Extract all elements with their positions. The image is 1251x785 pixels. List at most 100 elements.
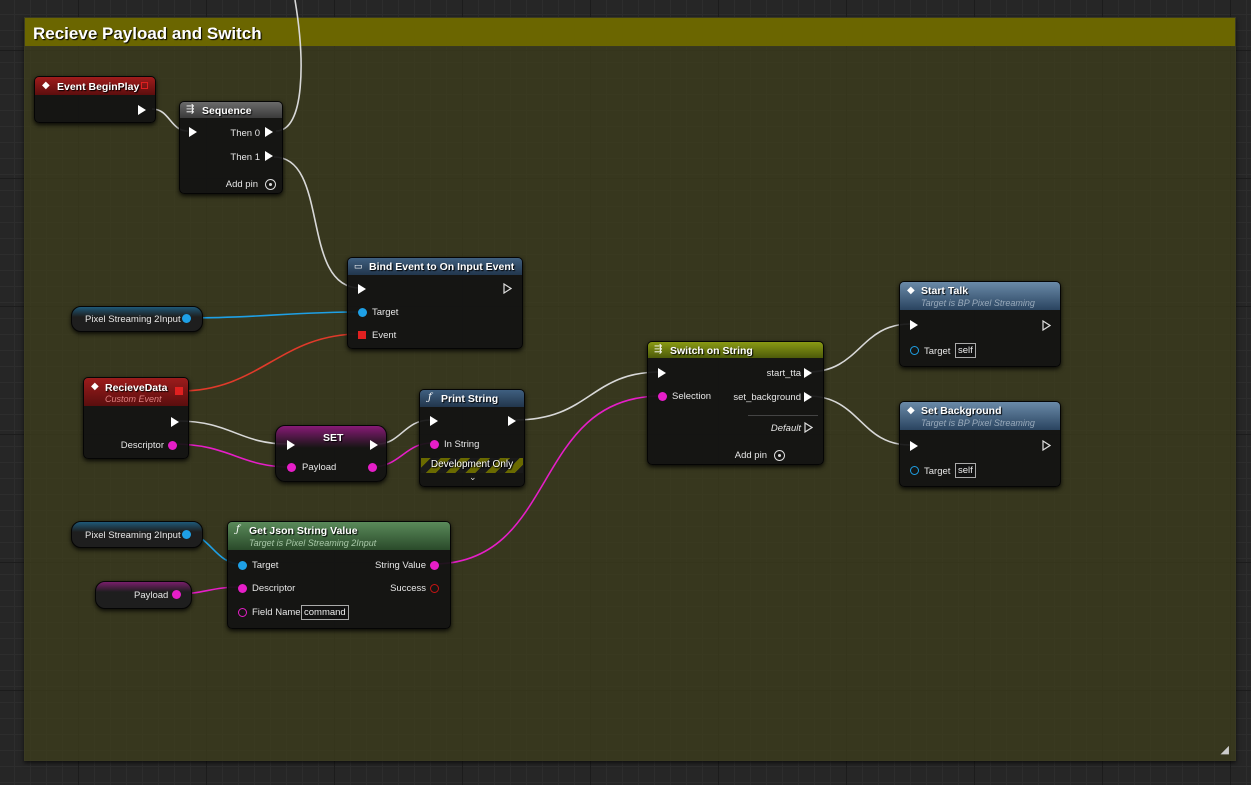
string-output-pin[interactable] — [172, 590, 181, 599]
exec-input-pin[interactable] — [189, 127, 197, 137]
add-pin-label[interactable]: Add pin — [735, 450, 767, 461]
getter-payload[interactable]: Payload — [95, 581, 192, 609]
getter-pixel-streaming-input[interactable]: Pixel Streaming 2Input — [71, 306, 203, 332]
getter-pixel-streaming-input-2[interactable]: Pixel Streaming 2Input — [71, 521, 203, 548]
development-only-label: Development Only — [430, 459, 514, 470]
exec-output-pin[interactable] — [1042, 320, 1051, 331]
function-icon: ƒ — [236, 524, 240, 535]
descriptor-pin[interactable] — [238, 584, 247, 593]
exec-input-pin[interactable] — [287, 440, 295, 450]
node-title: Event BeginPlay — [57, 81, 140, 93]
selection-pin[interactable] — [658, 392, 667, 401]
add-pin-label[interactable]: Add pin — [226, 179, 258, 190]
node-title: Sequence — [202, 105, 252, 117]
node-set-background[interactable]: ◆ Set Background Target is BP Pixel Stre… — [899, 401, 1061, 487]
node-title: SET — [323, 432, 344, 444]
exec-input-pin[interactable] — [910, 441, 918, 451]
development-only-banner: Development Only — [421, 458, 523, 473]
node-event-beginplay[interactable]: ◆ Event BeginPlay — [34, 76, 156, 123]
field-name-pin[interactable] — [238, 608, 247, 617]
target-label: Target — [372, 307, 399, 318]
payload-output-pin[interactable] — [368, 463, 377, 472]
in-string-label: In String — [444, 439, 480, 450]
node-title: Switch on String — [670, 345, 753, 357]
object-output-pin[interactable] — [182, 530, 191, 539]
switch-icon: ⇶ — [654, 344, 663, 355]
case-start-tta-pin[interactable] — [804, 368, 812, 378]
exec-input-pin[interactable] — [430, 416, 438, 426]
target-label: Target — [924, 466, 951, 477]
exec-output-pin[interactable] — [370, 440, 378, 450]
exec-input-pin[interactable] — [658, 368, 666, 378]
wire-recievedata-set — [177, 420, 288, 445]
function-icon: ƒ — [428, 392, 432, 403]
descriptor-output-pin[interactable] — [168, 441, 177, 450]
wire-event-delegate — [179, 333, 361, 392]
case-set-background-pin[interactable] — [804, 392, 812, 402]
event-icon: ◆ — [42, 80, 50, 91]
target-pin[interactable] — [238, 561, 247, 570]
node-subtitle: Target is BP Pixel Streaming — [921, 298, 1035, 308]
add-pin-icon[interactable] — [774, 450, 785, 461]
target-pin[interactable] — [910, 346, 919, 355]
event-label: Event — [372, 330, 397, 341]
descriptor-label: Descriptor — [252, 583, 296, 594]
wire-psi-target — [186, 311, 362, 319]
exec-output-pin[interactable] — [1042, 440, 1051, 451]
exec-output-pin[interactable] — [503, 283, 512, 294]
then0-label: Then 0 — [230, 128, 260, 139]
add-pin-icon[interactable] — [265, 179, 276, 190]
node-sequence[interactable]: ⇶ Sequence Then 0 Then 1 Add pin — [179, 101, 283, 194]
field-name-input[interactable]: command — [301, 605, 349, 620]
then1-label: Then 1 — [230, 152, 260, 163]
target-pin[interactable] — [910, 466, 919, 475]
payload-label: Payload — [302, 462, 337, 473]
in-string-pin[interactable] — [430, 440, 439, 449]
string-value-pin[interactable] — [430, 561, 439, 570]
node-subtitle: Custom Event — [105, 394, 162, 404]
exec-output-pin[interactable] — [138, 105, 146, 115]
default-exec-pin[interactable] — [804, 422, 813, 433]
target-label: Target — [252, 560, 279, 571]
delegate-output-pin[interactable] — [141, 82, 148, 89]
getter-label: Pixel Streaming 2Input — [85, 530, 181, 541]
function-box-icon: ▭ — [354, 261, 363, 271]
node-title: Start Talk — [921, 285, 969, 297]
event-icon: ◆ — [91, 381, 99, 392]
target-pin[interactable] — [358, 308, 367, 317]
node-set-variable[interactable]: SET Payload — [275, 425, 387, 482]
node-bind-event[interactable]: ▭ Bind Event to On Input Event Target Ev… — [347, 257, 523, 349]
target-self-field[interactable]: self — [955, 343, 976, 358]
wire-print-switch — [514, 371, 661, 421]
payload-input-pin[interactable] — [287, 463, 296, 472]
target-label: Target — [924, 346, 951, 357]
node-start-talk[interactable]: ◆ Start Talk Target is BP Pixel Streamin… — [899, 281, 1061, 367]
then1-pin[interactable] — [265, 151, 273, 161]
success-pin[interactable] — [430, 584, 439, 593]
expand-chevron-icon[interactable]: ⌄ — [469, 472, 477, 483]
then0-pin[interactable] — [265, 127, 273, 137]
node-title: Bind Event to On Input Event — [369, 261, 515, 273]
case-start-tta-label: start_tta — [766, 368, 801, 379]
default-label: Default — [770, 423, 801, 434]
node-get-json-string-value[interactable]: ƒ Get Json String Value Target is Pixel … — [227, 521, 451, 629]
getter-label: Payload — [134, 590, 169, 601]
delegate-output-pin[interactable] — [175, 387, 183, 395]
divider — [748, 415, 818, 416]
exec-input-pin[interactable] — [358, 284, 366, 294]
node-print-string[interactable]: ƒ Print String In String Development Onl… — [419, 389, 525, 487]
node-switch-on-string[interactable]: ⇶ Switch on String Selection start_tta s… — [647, 341, 824, 465]
exec-output-pin[interactable] — [508, 416, 516, 426]
node-recievedata-event[interactable]: ◆ RecieveData Custom Event Descriptor — [83, 377, 189, 459]
case-set-background-label: set_background — [733, 392, 801, 403]
target-self-field[interactable]: self — [955, 463, 976, 478]
node-title: Get Json String Value — [249, 525, 358, 537]
exec-output-pin[interactable] — [171, 417, 179, 427]
event-delegate-pin[interactable] — [358, 331, 366, 339]
selection-label: Selection — [672, 391, 712, 402]
wire-descriptor-payload — [172, 443, 291, 468]
event-call-icon: ◆ — [907, 405, 915, 416]
object-output-pin[interactable] — [182, 314, 191, 323]
exec-input-pin[interactable] — [910, 320, 918, 330]
string-value-label: String Value — [374, 560, 426, 571]
